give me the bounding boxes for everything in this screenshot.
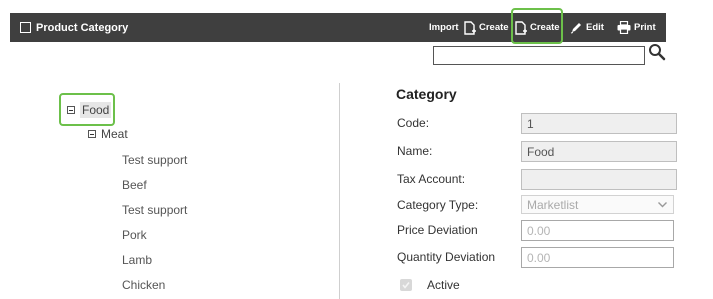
quantity-deviation-field[interactable]: 0.00 (521, 247, 674, 268)
print-button[interactable]: Print (617, 13, 656, 42)
price-deviation-field[interactable]: 0.00 (521, 220, 674, 241)
tree-leaf[interactable]: Beef (122, 178, 147, 192)
print-icon (617, 21, 631, 34)
tree-node-food-label: Food (80, 102, 112, 118)
name-label: Name: (397, 144, 433, 158)
import-button[interactable]: Import (429, 13, 459, 42)
edit-button[interactable]: Edit (570, 13, 604, 42)
search-input[interactable] (433, 46, 645, 65)
import-label: Import (429, 22, 459, 33)
tree-leaf[interactable]: Test support (122, 153, 187, 167)
search-icon[interactable] (648, 43, 666, 61)
form-heading: Category (396, 86, 457, 102)
print-label: Print (634, 22, 656, 33)
panel-divider (339, 83, 340, 299)
edit-icon (570, 23, 581, 34)
quantity-deviation-label: Quantity Deviation (397, 250, 496, 264)
create-icon (464, 20, 476, 35)
title-wrap: Product Category (20, 13, 128, 42)
category-type-label: Category Type: (397, 198, 479, 212)
edit-label: Edit (586, 22, 604, 33)
category-type-select[interactable]: Marketlist (521, 195, 674, 214)
tree-leaf[interactable]: Test support (122, 203, 187, 217)
create-icon (515, 20, 527, 35)
active-label: Active (427, 278, 460, 292)
chevron-down-icon (658, 202, 667, 208)
document-icon (20, 22, 31, 33)
active-checkbox[interactable] (400, 279, 412, 291)
tree-leaf[interactable]: Lamb (122, 253, 152, 267)
name-field[interactable]: Food (521, 141, 677, 162)
create-button-2[interactable]: Create (515, 13, 560, 42)
tree-leaf[interactable]: Pork (122, 228, 147, 242)
tree-node-food[interactable]: Food (67, 102, 112, 118)
tree-node-meat-label: Meat (101, 127, 128, 141)
create-label-1: Create (479, 22, 509, 33)
category-type-value: Marketlist (527, 198, 579, 212)
minus-box-icon[interactable] (88, 130, 96, 138)
checkmark-icon (402, 282, 410, 289)
minus-box-icon[interactable] (67, 106, 75, 114)
code-field[interactable]: 1 (521, 113, 677, 134)
tree-node-meat[interactable]: Meat (88, 127, 128, 141)
title-bar: Product Category Import Create Create Ed… (10, 13, 666, 42)
tax-account-label: Tax Account: (397, 172, 466, 186)
price-deviation-label: Price Deviation (397, 223, 478, 237)
create-button-1[interactable]: Create (464, 13, 509, 42)
tree-leaf[interactable]: Chicken (122, 278, 165, 292)
page-title: Product Category (36, 21, 129, 34)
tax-account-field[interactable] (521, 169, 677, 190)
code-label: Code: (397, 116, 430, 130)
create-label-2: Create (530, 22, 560, 33)
